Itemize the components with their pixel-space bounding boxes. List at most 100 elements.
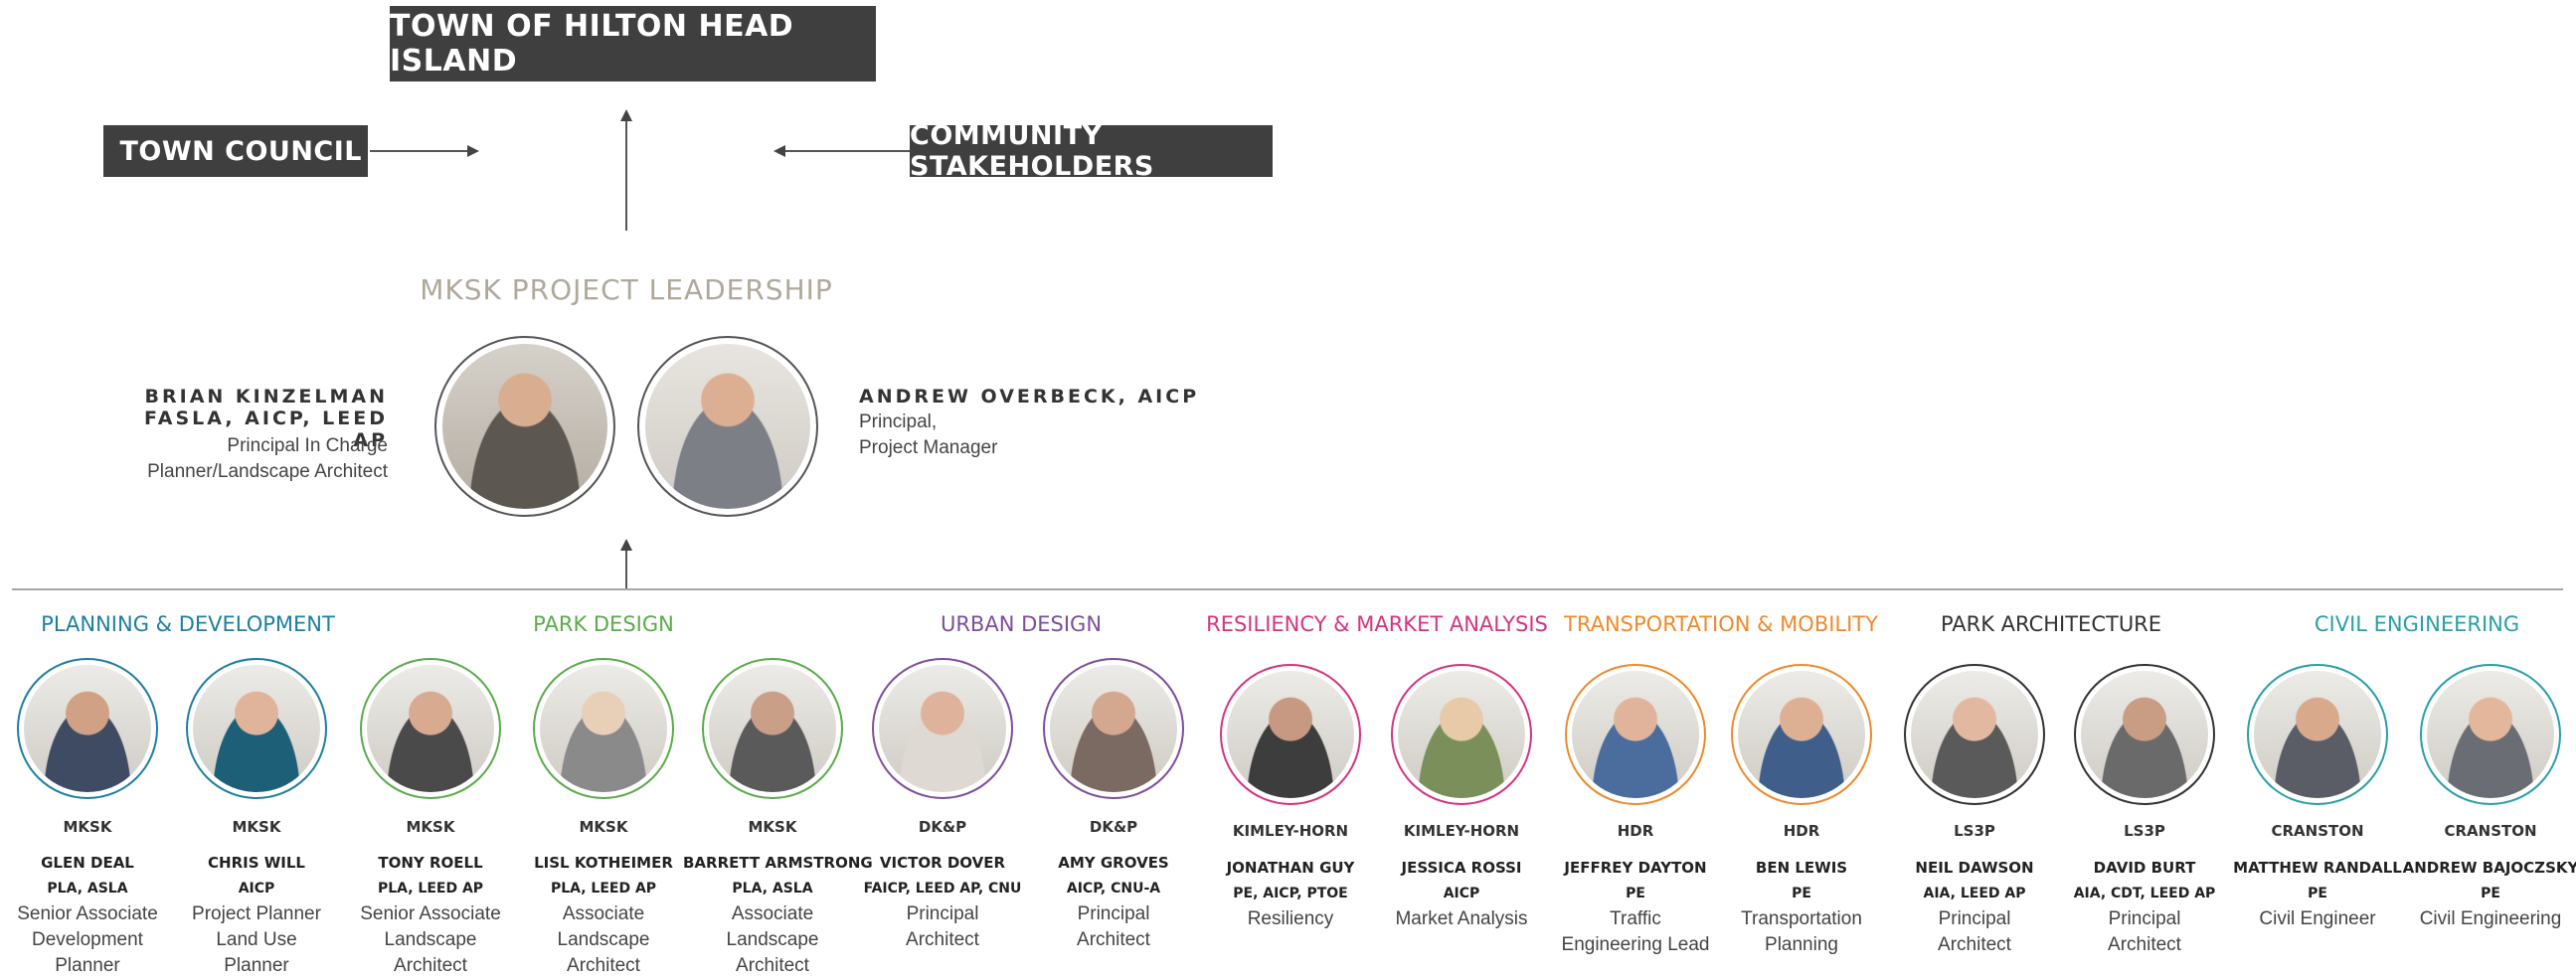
member-role-line: Senior Associate [360, 903, 501, 924]
category-resiliency-market: RESILIENCY & MARKET ANALYSIS [1206, 612, 1548, 636]
member-firm: CRANSTON [2271, 822, 2364, 840]
member-role-line: Architect [1077, 929, 1150, 950]
member-firm: CRANSTON [2444, 822, 2537, 840]
community-stakeholders-box: COMMUNITY STAKEHOLDERS [910, 120, 1273, 182]
member-firm: DK&P [1089, 818, 1138, 836]
member-avatar [1391, 664, 1532, 805]
member-role-line: Transportation [1741, 908, 1862, 929]
member-role-line: Architect [2108, 934, 2181, 955]
leadership-title: MKSK PROJECT LEADERSHIP [420, 273, 833, 306]
member-firm: LS3P [1954, 822, 1995, 840]
member-name: TONY ROELL [378, 854, 483, 872]
member-details: DAVID BURT AIA, CDT, LEED AP Principal Arch… [2055, 855, 2234, 958]
member-role-line: Architect [736, 955, 809, 976]
member-avatar [1043, 658, 1184, 799]
member-avatar [702, 658, 843, 799]
member-firm: MKSK [579, 818, 628, 836]
leader-right-name: ANDREW OVERBECK, AICP [859, 386, 1200, 408]
member-credentials: PE [1626, 886, 1645, 901]
member-role-line: Development [32, 929, 143, 950]
member-credentials: AICP [1443, 886, 1480, 901]
category-park-architecture: PARK ARCHITECTURE [1940, 612, 2162, 636]
member-role-line: Planning [1765, 934, 1838, 955]
member-firm: HDR [1617, 822, 1654, 840]
member-role-line: Project Planner [192, 903, 321, 924]
member-firm: HDR [1783, 822, 1820, 840]
leader-right-avatar [637, 336, 818, 517]
member-name: NEIL DAWSON [1915, 859, 2034, 877]
leader-left-name-line: BRIAN KINZELMAN [144, 386, 388, 408]
member-role-line: Resiliency [1247, 908, 1334, 929]
member-role-line: Engineering Lead [1561, 934, 1710, 955]
member-firm: MKSK [232, 818, 281, 836]
category-planning-development: PLANNING & DEVELOPMENT [41, 612, 335, 636]
member-details: ANDREW BAJOCZSKY PE Civil Engineering [2401, 855, 2576, 932]
member-credentials: PE, AICP, PTOE [1233, 886, 1348, 901]
member-role-line: Civil Engineering [2419, 908, 2562, 929]
leader-left-role-line1: Principal In Charge [227, 435, 388, 456]
member-name: MATTHEW RANDALL [2233, 859, 2402, 877]
member-name: JEFFREY DAYTON [1564, 859, 1707, 877]
member-details: BEN LEWIS PE Transportation Planning [1712, 855, 1891, 958]
member-credentials: PE [2308, 886, 2327, 901]
member-role-line: Market Analysis [1395, 908, 1528, 929]
town-box: TOWN OF HILTON HEAD ISLAND [390, 6, 876, 82]
member-firm: MKSK [748, 818, 797, 836]
member-details: CHRIS WILL AICP Project Planner Land Use Pla… [167, 850, 346, 979]
category-urban-design: URBAN DESIGN [940, 612, 1103, 636]
leader-right-role: Principal, Project Manager [859, 409, 1177, 461]
member-credentials: PLA, LEED AP [377, 881, 484, 897]
member-name: JONATHAN GUY [1226, 859, 1355, 877]
member-details: JEFFREY DAYTON PE Traffic Engineering Lead [1546, 855, 1725, 958]
member-details: TONY ROELL PLA, LEED AP Senior Associate La… [341, 850, 520, 979]
member-firm: KIMLEY-HORN [1403, 822, 1520, 840]
member-avatar [2247, 664, 2388, 805]
member-role-line: Architect [394, 955, 467, 976]
leader-right-role-line2: Project Manager [859, 437, 998, 458]
leader-left-role: Principal In Charge Planner/Landscape Ar… [60, 433, 388, 485]
leader-left-role-line2: Planner/Landscape Architect [147, 461, 388, 482]
member-firm: MKSK [406, 818, 455, 836]
member-credentials: AICP, CNU-A [1066, 881, 1161, 897]
member-name: CHRIS WILL [208, 854, 305, 872]
member-avatar [872, 658, 1013, 799]
member-role-line: Principal [2108, 908, 2181, 929]
leader-right-role-line1: Principal, [859, 411, 938, 432]
member-firm: DK&P [918, 818, 967, 836]
member-name: LISL KOTHEIMER [534, 854, 673, 872]
member-avatar [1220, 664, 1361, 805]
member-details: MATTHEW RANDALL PE Civil Engineer [2228, 855, 2407, 932]
member-firm: KIMLEY-HORN [1232, 822, 1349, 840]
member-role-line: Planner [55, 955, 120, 976]
member-role-line: Senior Associate [17, 903, 158, 924]
member-credentials: PLA, ASLA [732, 881, 813, 897]
leader-left-avatar [434, 336, 615, 517]
member-avatar [1731, 664, 1872, 805]
member-name: BEN LEWIS [1755, 859, 1848, 877]
member-credentials: PE [2481, 886, 2500, 901]
member-details: GLEN DEAL PLA, ASLA Senior Associate Develo… [0, 850, 177, 979]
member-firm: MKSK [63, 818, 112, 836]
member-role-line: Architect [1938, 934, 2011, 955]
member-details: BARRETT ARMSTRONG PLA, ASLA Associate Lands… [683, 850, 873, 979]
member-name: VICTOR DOVER [879, 854, 1006, 872]
member-role-line: Principal [1077, 903, 1150, 924]
member-name: GLEN DEAL [41, 854, 134, 872]
member-role-line: Architect [906, 929, 979, 950]
member-role-line: Architect [567, 955, 640, 976]
category-civil-engineering: CIVIL ENGINEERING [2314, 612, 2520, 636]
member-name: AMY GROVES [1058, 854, 1169, 872]
member-role-line: Landscape [384, 929, 477, 950]
member-details: AMY GROVES AICP, CNU-A Principal Architect [1024, 850, 1203, 953]
member-name: DAVID BURT [2093, 859, 2196, 877]
member-details: JONATHAN GUY PE, AICP, PTOE Resiliency [1201, 855, 1380, 932]
member-avatar [360, 658, 501, 799]
member-role-line: Associate [562, 903, 645, 924]
member-role-line: Landscape [726, 929, 819, 950]
member-name: JESSICA ROSSI [1401, 859, 1522, 877]
member-credentials: PE [1792, 886, 1811, 901]
member-credentials: PLA, ASLA [47, 881, 128, 897]
member-name: ANDREW BAJOCZSKY [2402, 859, 2576, 877]
member-credentials: AIA, CDT, LEED AP [2073, 886, 2216, 901]
member-credentials: AICP [238, 881, 275, 897]
